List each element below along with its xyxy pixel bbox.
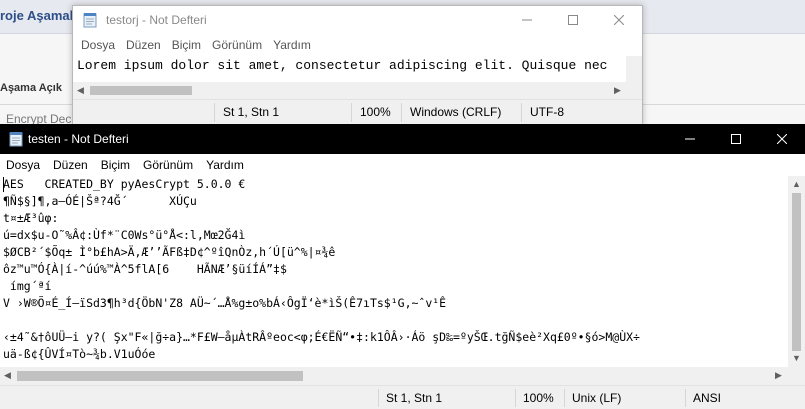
- status-divider: [521, 103, 522, 122]
- scroll-down-icon[interactable]: ▼: [792, 354, 801, 363]
- status-line-ending: Windows (CRLF): [410, 105, 502, 119]
- text-line: ú=dx$u-O˜%Â¢:Ùf*¨C0Ws°ü°Å<:l,Mœ2Ğ4ì: [3, 228, 246, 242]
- scrollbar-thumb[interactable]: [17, 371, 303, 381]
- status-position: St 1, Stn 1: [223, 105, 280, 119]
- menu-help[interactable]: Yardım: [273, 38, 311, 52]
- status-bar: St 1, Stn 1 100% Unix (LF) ANSI: [0, 385, 805, 409]
- scrollbar-thumb[interactable]: [90, 86, 192, 95]
- scrollbar-thumb[interactable]: [792, 193, 801, 351]
- text-editor[interactable]: AES CREATED_BY pyAesCrypt 5.0.0 € ¶Ñ$§]¶…: [3, 176, 784, 367]
- text-line: ‹±4˜&†ôUÜ–i y?( Şx"F«|ğ÷a}…*F£W–åµÀtRÂºe…: [3, 330, 640, 344]
- minimize-button[interactable]: [504, 6, 550, 34]
- text-line: ímg´ªí: [3, 279, 52, 293]
- horizontal-scrollbar[interactable]: ◀ ▶: [73, 82, 626, 99]
- scroll-left-icon[interactable]: ◀: [77, 86, 84, 95]
- background-step-label: Aşama Açık: [0, 82, 62, 94]
- status-divider: [351, 103, 352, 122]
- notepad-icon: [9, 132, 23, 147]
- scroll-left-icon[interactable]: ◀: [4, 371, 11, 380]
- close-icon: [777, 134, 787, 144]
- status-divider: [214, 103, 215, 122]
- status-divider: [378, 389, 379, 407]
- scroll-right-icon[interactable]: ▶: [775, 371, 782, 380]
- scroll-right-icon[interactable]: ▶: [614, 86, 621, 95]
- menu-file[interactable]: Dosya: [6, 158, 40, 172]
- text-line: t¤±Æ³ûφ:: [3, 211, 59, 225]
- title-bar[interactable]: testorj - Not Defteri: [73, 6, 642, 34]
- background-app-title: roje Aşamal: [0, 8, 74, 23]
- notepad-window-testorj[interactable]: testorj - Not Defteri Dosya Düzen Biçim …: [72, 5, 643, 125]
- status-divider: [564, 389, 565, 407]
- maximize-button[interactable]: [550, 6, 596, 34]
- status-zoom: 100%: [360, 105, 391, 119]
- window-title: testorj - Not Defteri: [106, 13, 207, 27]
- menu-edit[interactable]: Düzen: [53, 158, 88, 172]
- menu-edit[interactable]: Düzen: [126, 38, 161, 52]
- text-line: $ØCB²´$Õq± Ì°b£hA>Ä,Æ’’ÃFß‡D¢^ºîQnÒz,h´Ú…: [3, 245, 336, 259]
- status-divider: [515, 389, 516, 407]
- status-encoding: UTF-8: [530, 105, 564, 119]
- title-bar[interactable]: testen - Not Defteri: [0, 124, 805, 154]
- status-divider: [685, 389, 686, 407]
- status-encoding: ANSI: [693, 391, 722, 405]
- window-title: testen - Not Defteri: [28, 132, 129, 146]
- menu-format[interactable]: Biçim: [101, 158, 130, 172]
- menu-view[interactable]: Görünüm: [143, 158, 193, 172]
- text-line: [3, 312, 784, 329]
- notepad-icon: [83, 13, 97, 28]
- status-bar: St 1, Stn 1 100% Windows (CRLF) UTF-8: [73, 99, 642, 124]
- minimize-icon: [522, 19, 532, 21]
- status-line-ending: Unix (LF): [572, 391, 622, 405]
- vertical-scrollbar[interactable]: ▲ ▼: [788, 176, 805, 367]
- status-zoom: 100%: [523, 391, 554, 405]
- menu-bar: Dosya Düzen Biçim Görünüm Yardım: [73, 34, 642, 56]
- close-icon: [614, 15, 624, 25]
- horizontal-scrollbar[interactable]: ◀ ▶: [0, 367, 788, 385]
- scrollbar-corner: [788, 367, 805, 385]
- minimize-button[interactable]: [667, 124, 713, 154]
- menu-view[interactable]: Görünüm: [212, 38, 262, 52]
- status-position: St 1, Stn 1: [386, 391, 443, 405]
- text-editor[interactable]: Lorem ipsum dolor sit amet, consectetur …: [77, 58, 625, 73]
- close-button[interactable]: [759, 124, 805, 154]
- scroll-up-icon[interactable]: ▲: [792, 180, 801, 189]
- notepad-window-testen[interactable]: testen - Not Defteri Dosya Düzen Biçim G…: [0, 124, 805, 409]
- maximize-icon: [731, 134, 741, 144]
- text-line: V ›W®Õ¤É_Í–ïSd3¶h³d{ÖbN'Z8 AÜ~´…Å%g±o%bÁ…: [3, 296, 447, 310]
- maximize-icon: [568, 15, 578, 25]
- text-line: uä-ß¢{ÛVÍ¤Tò~¾b.V1uÓóe: [3, 347, 156, 361]
- vertical-scrollbar-strip[interactable]: [626, 56, 642, 99]
- menu-help[interactable]: Yardım: [206, 158, 244, 172]
- menu-file[interactable]: Dosya: [81, 38, 115, 52]
- status-divider: [401, 103, 402, 122]
- text-caret: [3, 177, 4, 192]
- text-line: ôz™u™Ó{À|í-^úú%™À^5flA[6 HÃNÆ’§üíÍÁ”‡$: [3, 262, 287, 276]
- close-button[interactable]: [596, 6, 642, 34]
- menu-format[interactable]: Biçim: [172, 38, 201, 52]
- maximize-button[interactable]: [713, 124, 759, 154]
- text-line: ¶Ñ$§]¶,a–ÓÉ|Šª?4Ğ´ XÚÇu: [3, 194, 197, 208]
- minimize-icon: [685, 138, 695, 140]
- menu-bar: Dosya Düzen Biçim Görünüm Yardım: [0, 154, 805, 176]
- text-line: AES CREATED_BY pyAesCrypt 5.0.0 €: [3, 177, 246, 191]
